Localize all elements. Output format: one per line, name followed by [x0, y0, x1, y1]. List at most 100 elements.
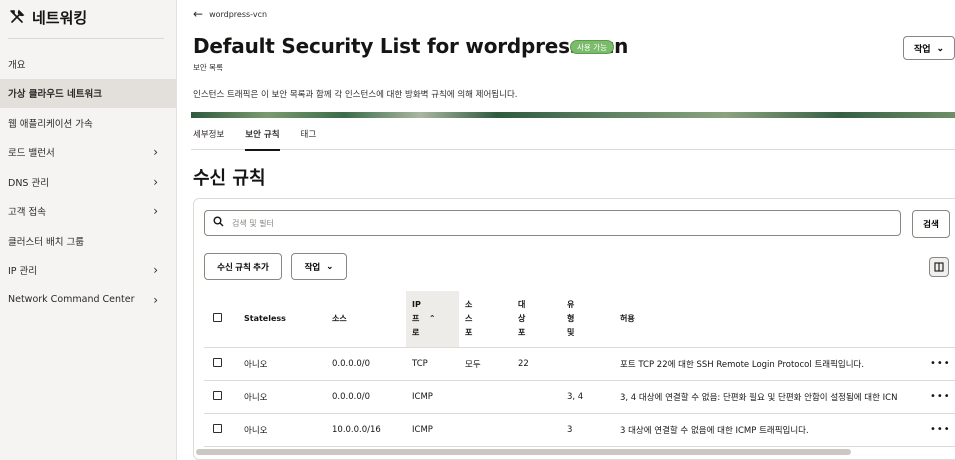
chevron-right-icon: › [153, 145, 158, 160]
column-header-source-port[interactable]: 소 스 포 [459, 291, 514, 348]
sidebar-item-customer-connectivity[interactable]: 고객 접속 › [0, 197, 176, 227]
sort-icon: ⌃ [428, 314, 436, 324]
table-actions-label: 작업 [304, 261, 321, 272]
row-checkbox[interactable] [213, 357, 222, 367]
sidebar-item-overview[interactable]: 개요 [0, 49, 176, 79]
column-settings-button[interactable] [929, 257, 949, 277]
sidebar-item-label: Network Command Center [8, 294, 135, 306]
cell-protocol: ICMP [406, 380, 459, 414]
column-header-stateless[interactable]: Stateless [244, 291, 332, 348]
cell-stateless: 아니오 [244, 380, 332, 414]
table-actions-button[interactable]: 작업 ⌄ [291, 253, 347, 280]
chevron-right-icon: › [153, 263, 158, 278]
header-line: 프 [412, 313, 420, 323]
header-line: 유 [567, 299, 575, 309]
cell-source: 0.0.0.0/0 [332, 380, 406, 414]
sidebar-item-label: IP 관리 [8, 266, 38, 278]
sidebar-divider [8, 38, 164, 39]
cell-type [567, 347, 620, 381]
cell-dest-port: 22 [514, 347, 567, 381]
sidebar-item-label: DNS 관리 [8, 177, 49, 189]
type-header-label: 유 형 및 [567, 298, 574, 340]
sidebar-item-ip-management[interactable]: IP 관리 › [0, 256, 176, 286]
sidebar-item-network-command-center[interactable]: Network Command Center › [0, 285, 176, 315]
column-header-ip-protocol[interactable]: IP 프 로 ⌃ [406, 291, 459, 348]
header-line: 및 [567, 327, 575, 337]
header-line: 포 [518, 327, 526, 337]
search-button[interactable]: 검색 [912, 210, 950, 238]
tab-details[interactable]: 세부정보 [191, 118, 237, 150]
columns-icon [934, 260, 944, 275]
row-actions[interactable]: ••• [930, 347, 955, 381]
column-header-dest-port[interactable]: 대 상 포 [514, 291, 567, 348]
tools-icon [8, 8, 26, 26]
main-content: ← wordpress-vcn Default Security List fo… [177, 0, 955, 460]
tab-tags[interactable]: 태그 [299, 118, 330, 150]
column-header-actions [930, 291, 955, 348]
table-row: 아니오 10.0.0.0/16 ICMP 3 3 대상에 연결할 수 없음에 대… [204, 413, 955, 447]
column-header-allow[interactable]: 허용 [620, 291, 930, 348]
header-line: 포 [465, 327, 473, 337]
chevron-right-icon: › [153, 174, 158, 189]
header-line: 소 [465, 299, 473, 309]
page-subtitle: 보안 목록 [193, 63, 223, 72]
sidebar-item-cluster-placement[interactable]: 클러스터 배치 그룹 [0, 226, 176, 256]
cell-source-port: 모두 [459, 347, 514, 381]
row-checkbox[interactable] [213, 390, 222, 400]
actions-menu-button[interactable]: 작업 ⌄ [903, 36, 955, 60]
search-placeholder: 검색 및 필터 [232, 218, 274, 228]
add-ingress-rule-button[interactable]: 수신 규칙 추가 [204, 253, 282, 280]
sidebar: 네트워킹 개요 가상 클라우드 네트워크 웹 애플리케이션 가속 로드 밸런서 ›… [0, 0, 177, 460]
sidebar-item-label: 로드 밸런서 [8, 148, 55, 160]
page-description: 인스턴스 트래픽은 이 보안 목록과 함께 각 인스턴스에 대한 방화벽 규칙에… [193, 90, 518, 100]
cell-dest-port [514, 413, 567, 447]
header-line: 대 [518, 299, 526, 309]
more-options-icon: ••• [930, 391, 951, 402]
header-line: 상 [518, 313, 526, 323]
cell-dest-port [514, 380, 567, 414]
chevron-right-icon: › [153, 204, 158, 219]
sidebar-item-load-balancer[interactable]: 로드 밸런서 › [0, 138, 176, 168]
table-header-row: Stateless 소스 IP 프 로 ⌃ 소 스 포 대 상 포 유 형 및 … [204, 291, 955, 348]
sidebar-menu: 개요 가상 클라우드 네트워크 웹 애플리케이션 가속 로드 밸런서 › DNS … [0, 49, 176, 315]
ingress-rules-table: Stateless 소스 IP 프 로 ⌃ 소 스 포 대 상 포 유 형 및 … [204, 291, 955, 447]
header-line: 로 [412, 327, 420, 337]
sidebar-item-dns[interactable]: DNS 관리 › [0, 167, 176, 197]
page-title: Default Security List for wordpress-vcn [193, 34, 629, 58]
sidebar-item-web-acceleration[interactable]: 웹 애플리케이션 가속 [0, 108, 176, 138]
arrow-left-icon: ← [193, 7, 204, 21]
select-all-header [204, 291, 244, 348]
row-actions[interactable]: ••• [930, 413, 955, 447]
sidebar-item-vcn[interactable]: 가상 클라우드 네트워크 [0, 78, 176, 108]
add-ingress-rule-label: 수신 규칙 추가 [217, 261, 269, 272]
sidebar-item-label: 클러스터 배치 그룹 [8, 236, 84, 248]
cell-source-port [459, 413, 514, 447]
select-all-checkbox[interactable] [213, 313, 222, 323]
column-header-type[interactable]: 유 형 및 [567, 291, 620, 348]
header-line: 스 [465, 313, 473, 323]
cell-allow: 3 대상에 연결할 수 없음에 대한 ICMP 트래픽입니다. [620, 413, 930, 447]
more-options-icon: ••• [930, 424, 951, 435]
column-header-source[interactable]: 소스 [332, 291, 406, 348]
cell-protocol: ICMP [406, 413, 459, 447]
cell-allow: 포트 TCP 22에 대한 SSH Remote Login Protocol … [620, 347, 930, 381]
cell-source-port [459, 380, 514, 414]
sidebar-header: 네트워킹 [0, 0, 176, 34]
sidebar-item-label: 가상 클라우드 네트워크 [8, 89, 103, 101]
cell-source: 0.0.0.0/0 [332, 347, 406, 381]
table-row: 아니오 0.0.0.0/0 TCP 모두 22 포트 TCP 22에 대한 SS… [204, 347, 955, 381]
back-link[interactable]: ← wordpress-vcn [193, 7, 267, 21]
search-icon [213, 216, 224, 230]
cell-allow: 3, 4 대상에 연결할 수 없음: 단편화 필요 및 단편화 안함이 설정됨에… [620, 380, 930, 414]
row-checkbox[interactable] [213, 423, 222, 433]
cell-type: 3, 4 [567, 380, 620, 414]
horizontal-scrollbar[interactable] [196, 449, 851, 455]
search-input[interactable]: 검색 및 필터 [204, 210, 901, 236]
row-actions[interactable]: ••• [930, 380, 955, 414]
sidebar-item-label: 웹 애플리케이션 가속 [8, 118, 93, 130]
cell-protocol: TCP [406, 347, 459, 381]
table-row: 아니오 0.0.0.0/0 ICMP 3, 4 3, 4 대상에 연결할 수 없… [204, 380, 955, 414]
tab-security-rules[interactable]: 보안 규칙 [243, 118, 292, 151]
header-line: IP [412, 299, 421, 309]
chevron-down-icon: ⌄ [936, 42, 945, 53]
